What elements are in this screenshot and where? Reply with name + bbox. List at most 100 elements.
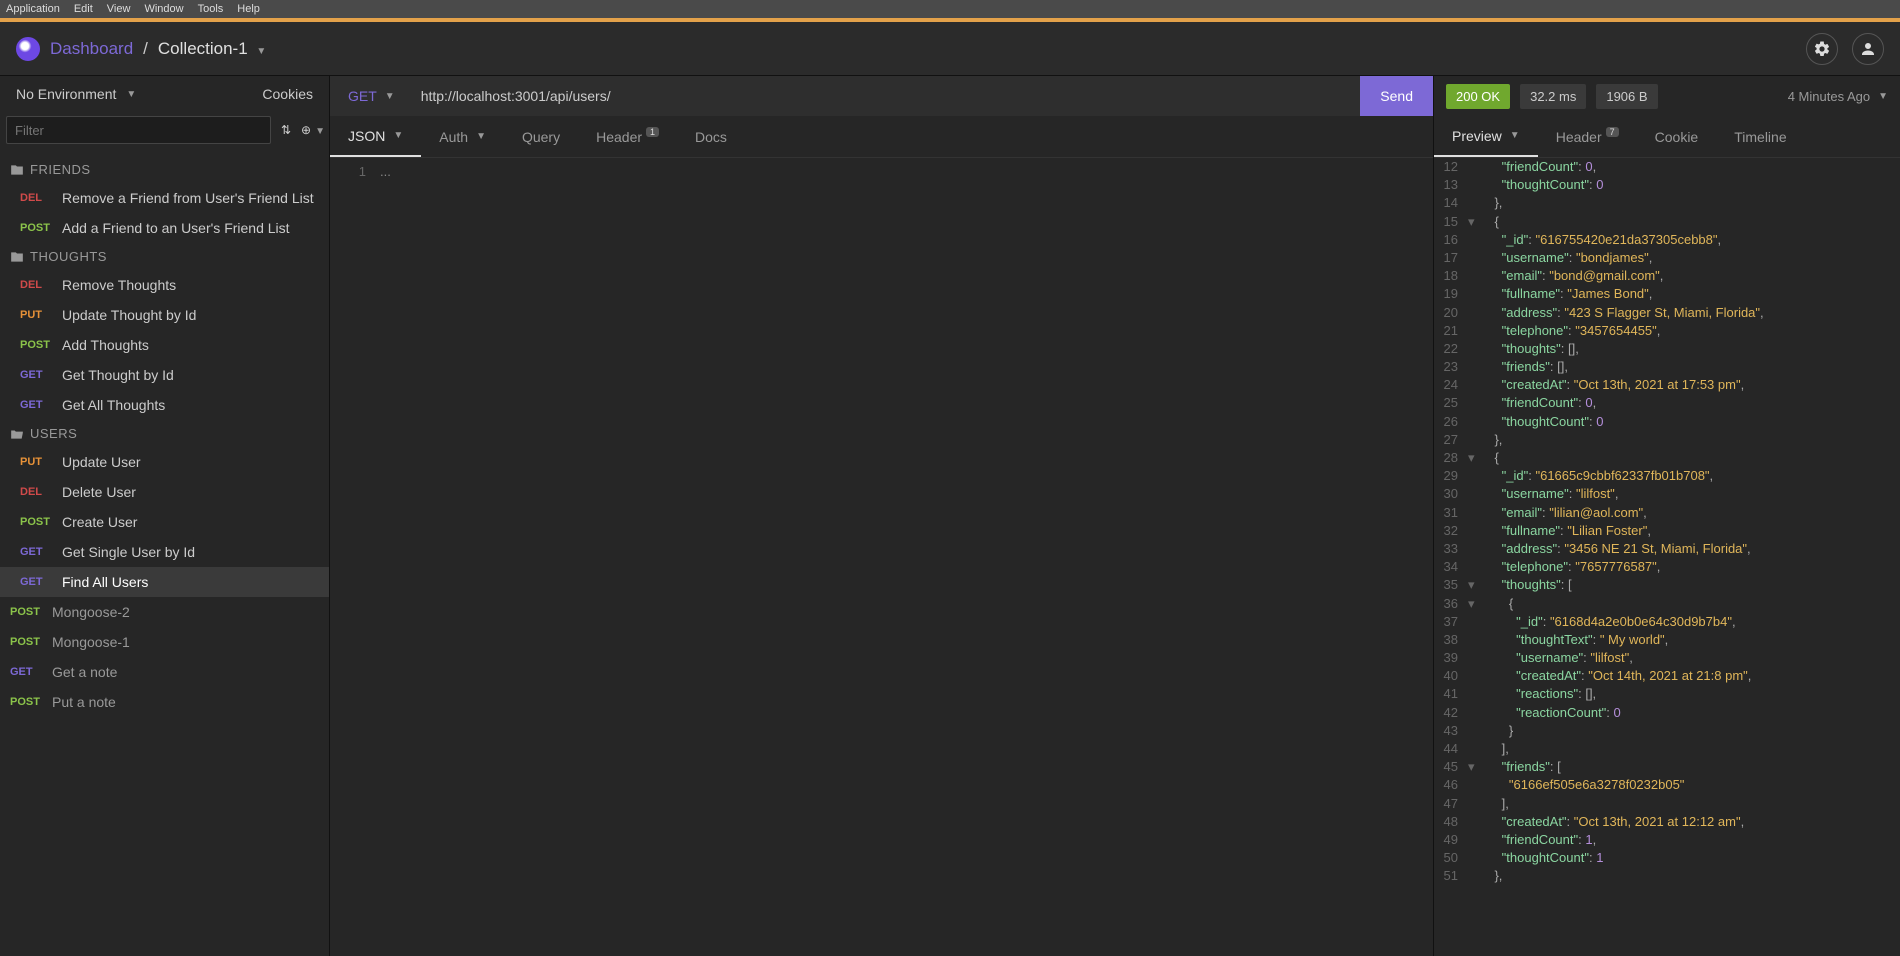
account-button[interactable] [1852,33,1884,65]
response-line: 29 "_id": "61665c9cbbf62337fb01b708", [1434,467,1900,485]
folder-users[interactable]: USERS [0,420,329,447]
url-bar: GET ▼ http://localhost:3001/api/users/ S… [330,76,1433,116]
request-body-editor[interactable]: 1 ... [330,158,1433,956]
send-button[interactable]: Send [1360,76,1433,116]
tab-cookie[interactable]: Cookie [1637,116,1717,157]
response-line: 20 "address": "423 S Flagger St, Miami, … [1434,304,1900,322]
request-item[interactable]: DELDelete User [0,477,329,507]
response-line: 22 "thoughts": [], [1434,340,1900,358]
tab-header[interactable]: Header1 [578,116,677,157]
response-line: 50 "thoughtCount": 1 [1434,849,1900,867]
tab-query[interactable]: Query [504,116,578,157]
response-line: 14 }, [1434,194,1900,212]
request-item[interactable]: GETGet Thought by Id [0,360,329,390]
request-item[interactable]: POSTPut a note [0,687,329,717]
menubar: Application Edit View Window Tools Help [0,0,1900,18]
request-item[interactable]: POSTMongoose-1 [0,627,329,657]
response-line: 33 "address": "3456 NE 21 St, Miami, Flo… [1434,540,1900,558]
history-dropdown[interactable]: 4 Minutes Ago ▼ [1788,89,1888,104]
response-line: 21 "telephone": "3457654455", [1434,322,1900,340]
tab-docs[interactable]: Docs [677,116,745,157]
request-item[interactable]: GETFind All Users [0,567,329,597]
breadcrumb-collection[interactable]: Collection-1 ▼ [158,39,266,59]
settings-button[interactable] [1806,33,1838,65]
response-line: 15▾ { [1434,213,1900,231]
menu-window[interactable]: Window [144,3,183,15]
request-item[interactable]: DELRemove a Friend from User's Friend Li… [0,183,329,213]
response-line: 38 "thoughtText": " My world", [1434,631,1900,649]
response-line: 32 "fullname": "Lilian Foster", [1434,522,1900,540]
menu-help[interactable]: Help [237,3,260,15]
request-item[interactable]: GETGet All Thoughts [0,390,329,420]
request-item[interactable]: GETGet a note [0,657,329,687]
request-item[interactable]: POSTAdd a Friend to an User's Friend Lis… [0,213,329,243]
response-line: 48 "createdAt": "Oct 13th, 2021 at 12:12… [1434,813,1900,831]
gear-icon [1813,40,1831,58]
response-body[interactable]: 12 "friendCount": 0,13 "thoughtCount": 0… [1434,158,1900,956]
response-line: 36▾ { [1434,595,1900,613]
response-line: 34 "telephone": "7657776587", [1434,558,1900,576]
request-item[interactable]: PUTUpdate Thought by Id [0,300,329,330]
response-size-chip: 1906 B [1596,84,1657,109]
add-button[interactable]: ⊕▼ [301,123,319,137]
breadcrumb-dashboard[interactable]: Dashboard [50,39,133,59]
menu-tools[interactable]: Tools [198,3,224,15]
response-line: 27 }, [1434,431,1900,449]
request-item[interactable]: POSTCreate User [0,507,329,537]
tab-auth[interactable]: Auth▼ [421,116,504,157]
tab-timeline[interactable]: Timeline [1716,116,1804,157]
response-line: 23 "friends": [], [1434,358,1900,376]
chevron-down-icon: ▼ [126,89,136,100]
environment-label: No Environment [16,86,116,102]
request-tree: FRIENDSDELRemove a Friend from User's Fr… [0,150,329,956]
history-label: 4 Minutes Ago [1788,89,1870,104]
folder-friends[interactable]: FRIENDS [0,156,329,183]
response-line: 12 "friendCount": 0, [1434,158,1900,176]
response-tabs: Preview▼Header7CookieTimeline [1434,116,1900,158]
response-line: 28▾ { [1434,449,1900,467]
topbar: Dashboard / Collection-1 ▼ [0,22,1900,76]
tab-json[interactable]: JSON▼ [330,116,421,157]
method-selector[interactable]: GET ▼ [330,88,413,104]
response-line: 44 ], [1434,740,1900,758]
tab-preview[interactable]: Preview▼ [1434,116,1538,157]
request-item[interactable]: POSTMongoose-2 [0,597,329,627]
response-line: 24 "createdAt": "Oct 13th, 2021 at 17:53… [1434,376,1900,394]
method-label: GET [348,88,377,104]
response-line: 17 "username": "bondjames", [1434,249,1900,267]
request-tabs: JSON▼Auth▼QueryHeader1Docs [330,116,1433,158]
request-item[interactable]: GETGet Single User by Id [0,537,329,567]
cookies-link[interactable]: Cookies [262,86,313,102]
response-line: 41 "reactions": [], [1434,685,1900,703]
chevron-down-icon: ▼ [256,46,266,57]
response-line: 51 }, [1434,867,1900,885]
request-item[interactable]: DELRemove Thoughts [0,270,329,300]
status-bar: 200 OK 32.2 ms 1906 B 4 Minutes Ago ▼ [1434,76,1900,116]
filter-input[interactable] [6,116,271,144]
response-line: 35▾ "thoughts": [ [1434,576,1900,594]
environment-selector[interactable]: No Environment ▼ [16,86,136,102]
request-item[interactable]: POSTAdd Thoughts [0,330,329,360]
tab-header[interactable]: Header7 [1538,116,1637,157]
response-line: 19 "fullname": "James Bond", [1434,285,1900,303]
response-line: 45▾ "friends": [ [1434,758,1900,776]
response-line: 18 "email": "bond@gmail.com", [1434,267,1900,285]
menu-edit[interactable]: Edit [74,3,93,15]
request-panel: GET ▼ http://localhost:3001/api/users/ S… [330,76,1434,956]
response-line: 40 "createdAt": "Oct 14th, 2021 at 21:8 … [1434,667,1900,685]
request-item[interactable]: PUTUpdate User [0,447,329,477]
folder-thoughts[interactable]: THOUGHTS [0,243,329,270]
main: No Environment ▼ Cookies ⇅ ⊕▼ FRIENDSDEL… [0,76,1900,956]
response-line: 31 "email": "lilian@aol.com", [1434,504,1900,522]
url-input[interactable]: http://localhost:3001/api/users/ [413,88,1361,104]
editor-gutter: 1 [330,158,376,956]
sort-button[interactable]: ⇅ [277,123,295,137]
menu-view[interactable]: View [107,3,131,15]
response-line: 46 "6166ef505e6a3278f0232b05" [1434,776,1900,794]
breadcrumb: Dashboard / Collection-1 ▼ [16,37,266,61]
menu-application[interactable]: Application [6,3,60,15]
response-line: 30 "username": "lilfost", [1434,485,1900,503]
status-code-chip: 200 OK [1446,84,1510,109]
chevron-down-icon: ▼ [1878,91,1888,102]
response-panel: 200 OK 32.2 ms 1906 B 4 Minutes Ago ▼ Pr… [1434,76,1900,956]
